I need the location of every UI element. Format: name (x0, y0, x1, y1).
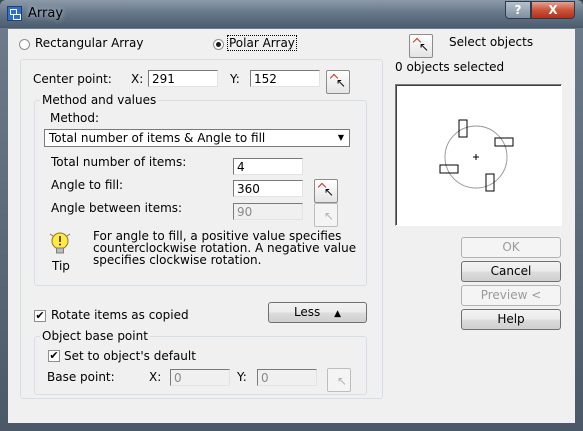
array-dialog-window: Array ? X Rectangular Array Polar Array … (0, 0, 583, 431)
preview-button[interactable]: Preview < (461, 285, 561, 306)
set-default-checkbox[interactable]: ✔ (48, 350, 60, 362)
object-base-point-group (34, 336, 367, 395)
total-items-label: Total number of items: (51, 155, 187, 169)
cursor-icon: ↖ (324, 185, 335, 199)
angle-between-label: Angle between items: (51, 201, 183, 215)
lightbulb-tip-icon (49, 232, 71, 254)
pick-angle-between-button[interactable]: ↖ (314, 203, 338, 227)
method-dropdown-value: Total number of items & Angle to fill (49, 131, 266, 145)
select-objects-button[interactable]: ↖ (409, 34, 433, 58)
tip-label: Tip (52, 259, 70, 273)
rotate-items-label[interactable]: Rotate items as copied (51, 308, 189, 322)
center-y-label: Y: (230, 72, 240, 86)
center-y-input[interactable]: 152 (250, 70, 320, 87)
dropdown-arrow-icon[interactable]: ▼ (334, 131, 348, 145)
cursor-icon: ↖ (324, 209, 335, 223)
cursor-icon: ↖ (337, 374, 348, 388)
angle-fill-label: Angle to fill: (51, 178, 124, 192)
method-dropdown[interactable]: Total number of items & Angle to fill ▼ (44, 129, 350, 147)
angle-between-input[interactable]: 90 (233, 203, 303, 220)
less-button[interactable]: Less ▲ (268, 302, 367, 323)
array-app-icon (7, 6, 22, 21)
ok-button[interactable]: OK (461, 237, 561, 258)
method-label: Method: (50, 111, 100, 125)
polar-array-radio[interactable] (213, 39, 224, 50)
angle-fill-input[interactable]: 360 (233, 180, 303, 197)
method-values-title: Method and values (40, 93, 159, 107)
cancel-button[interactable]: Cancel (461, 261, 561, 282)
rectangular-array-label[interactable]: Rectangular Array (35, 36, 143, 50)
base-x-input[interactable]: 0 (170, 369, 230, 386)
pick-center-point-button[interactable]: ↖ (326, 70, 350, 94)
center-x-input[interactable]: 291 (148, 70, 218, 87)
array-preview-panel (395, 84, 562, 226)
pick-base-point-button[interactable]: ↖ (327, 368, 351, 392)
pick-angle-fill-button[interactable]: ↖ (314, 179, 338, 203)
center-x-label: X: (131, 72, 144, 86)
base-point-label: Base point: (47, 370, 115, 384)
dialog-client-area: Rectangular Array Polar Array ↖ Select o… (8, 29, 575, 423)
object-base-point-title: Object base point (40, 329, 150, 343)
double-chevron-up-icon: ▲ (334, 309, 342, 319)
set-default-label[interactable]: Set to object's default (64, 349, 196, 363)
polar-array-preview-image (439, 119, 514, 192)
cursor-icon: ↖ (419, 40, 430, 54)
title-bar[interactable]: Array ? X (0, 0, 583, 28)
objects-selected-status: 0 objects selected (395, 60, 505, 74)
close-button[interactable]: X (531, 1, 575, 19)
title-help-button[interactable]: ? (505, 1, 531, 19)
rectangular-array-radio[interactable] (19, 39, 30, 50)
select-objects-label: Select objects (449, 35, 534, 49)
help-button[interactable]: Help (461, 309, 561, 330)
rotate-items-checkbox[interactable]: ✔ (34, 310, 46, 322)
base-y-input[interactable]: 0 (257, 369, 317, 386)
tip-text: For angle to fill, a positive value spec… (93, 229, 357, 267)
total-items-input[interactable]: 4 (233, 158, 303, 175)
window-title: Array (28, 6, 64, 21)
less-button-label: Less (293, 305, 321, 319)
polar-array-label[interactable]: Polar Array (227, 35, 297, 51)
base-x-label: X: (149, 370, 162, 384)
base-y-label: Y: (237, 370, 247, 384)
cursor-icon: ↖ (336, 76, 347, 90)
center-point-label: Center point: (33, 72, 112, 86)
